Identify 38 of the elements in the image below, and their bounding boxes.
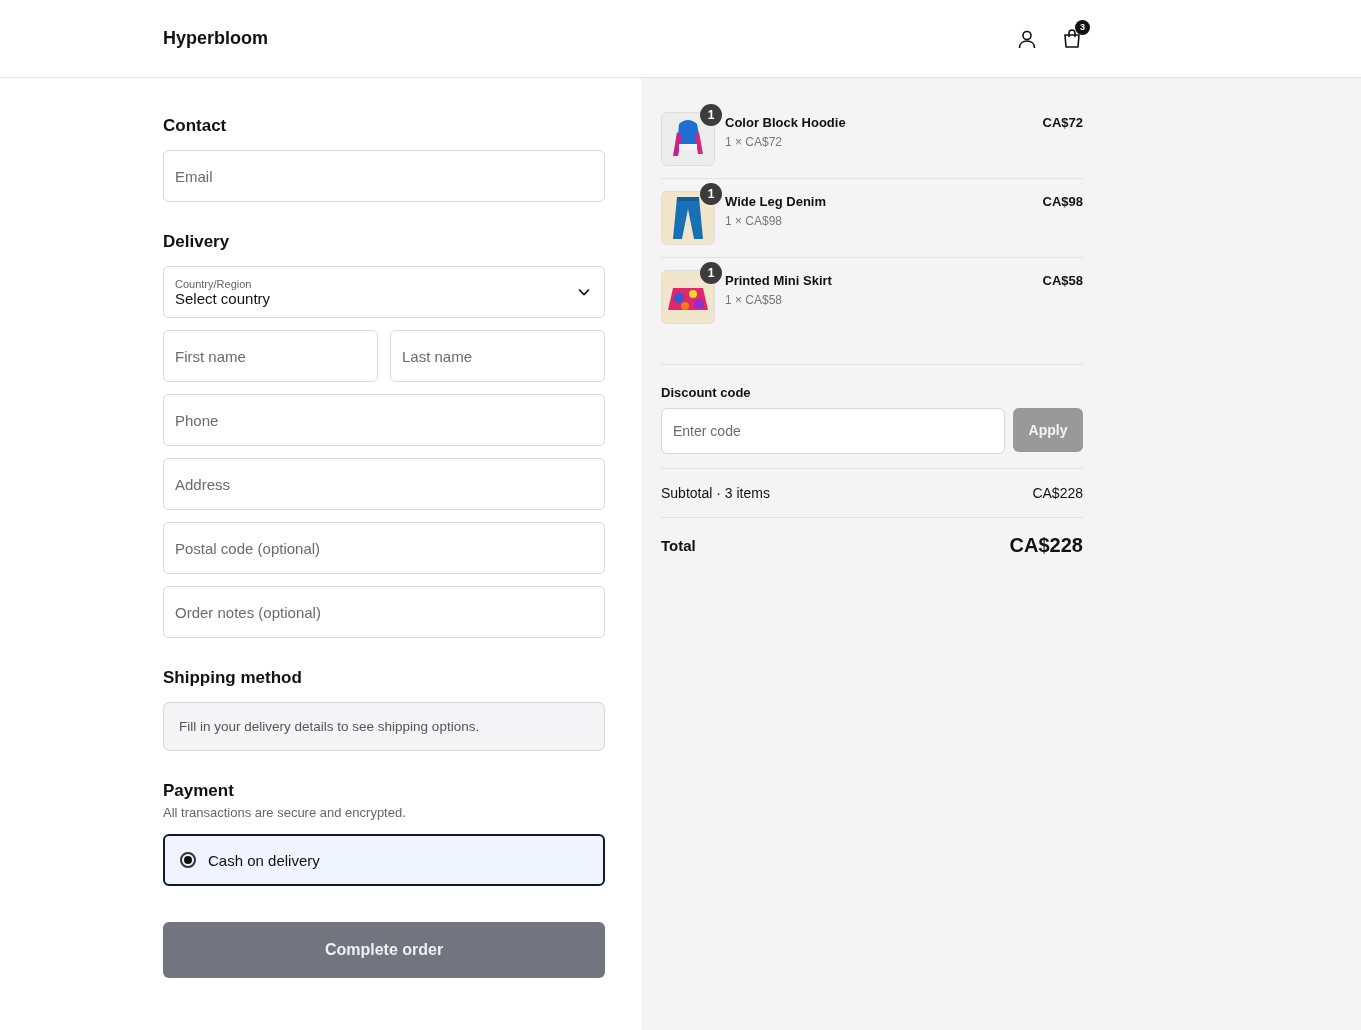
cart-count-badge: 3 <box>1075 19 1090 35</box>
line-price: CA$98 <box>1042 193 1083 209</box>
quantity-badge: 1 <box>700 104 722 126</box>
total-value: CA$228 <box>1009 534 1083 557</box>
section-heading: Payment <box>163 781 235 801</box>
name-field[interactable]: Last name <box>390 330 605 382</box>
text-field[interactable]: Phone <box>163 394 605 446</box>
payment-option[interactable]: Cash on delivery <box>163 834 605 886</box>
line-price: CA$58 <box>1042 272 1083 288</box>
unit-price: 1 × CA$98 <box>725 214 784 228</box>
product-name: Color Block Hoodie <box>725 115 847 130</box>
name-field[interactable]: First name <box>163 330 378 382</box>
text-field[interactable]: Order notes (optional) <box>163 586 605 638</box>
country-select[interactable]: Country/Region Select country <box>163 266 605 318</box>
section-heading: Shipping method <box>163 668 303 688</box>
unit-price: 1 × CA$72 <box>725 135 784 149</box>
unit-price: 1 × CA$58 <box>725 293 784 307</box>
chevron-down-icon <box>578 288 590 296</box>
text-field[interactable]: Postal code (optional) <box>163 522 605 574</box>
account-icon[interactable] <box>1017 28 1037 49</box>
payment-note: All transactions are secure and encrypted. <box>163 805 407 820</box>
quantity-badge: 1 <box>700 183 722 205</box>
discount-label: Discount code <box>661 385 752 400</box>
subtotal-label: Subtotal · 3 items <box>661 485 770 501</box>
section-heading: Delivery <box>163 232 231 252</box>
line-price: CA$72 <box>1042 114 1083 130</box>
discount-code-field[interactable]: Enter code <box>661 408 1005 454</box>
email-field[interactable]: Email <box>163 150 605 202</box>
product-name: Printed Mini Skirt <box>725 273 833 288</box>
total-label: Total <box>661 537 696 554</box>
brand-logo[interactable]: Hyperbloom <box>163 28 268 49</box>
subtotal-value: CA$228 <box>1032 485 1083 501</box>
shopping-bag-icon[interactable] <box>1063 28 1081 49</box>
shipping-notice: Fill in your delivery details to see shipping options. <box>163 702 605 751</box>
text-field[interactable]: Address <box>163 458 605 510</box>
section-heading: Contact <box>163 116 228 136</box>
product-name: Wide Leg Denim <box>725 194 827 209</box>
quantity-badge: 1 <box>700 262 722 284</box>
